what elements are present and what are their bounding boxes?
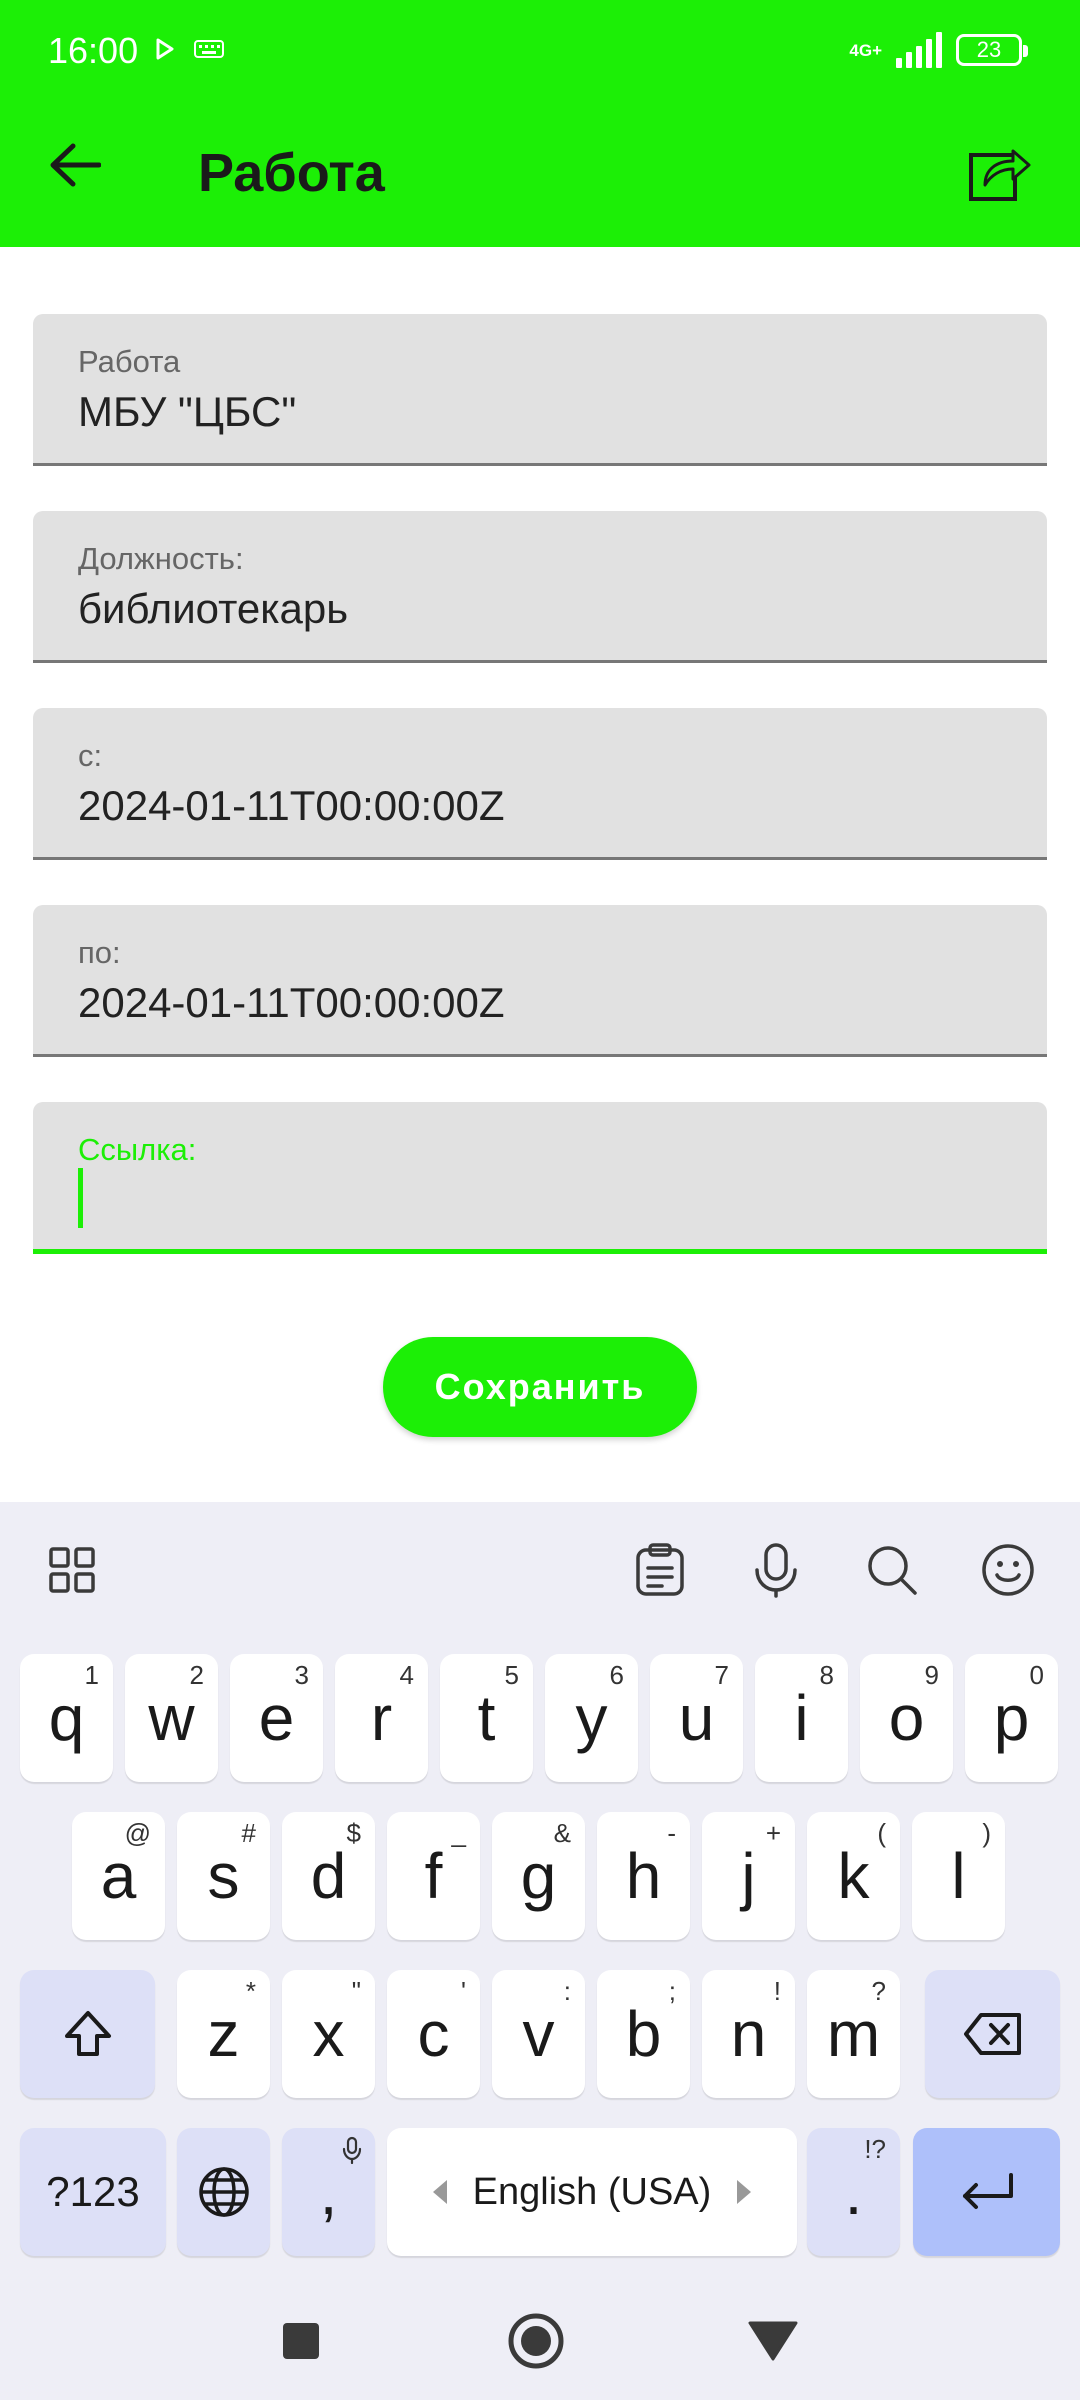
navigation-bar: [0, 2282, 1080, 2400]
save-button[interactable]: Сохранить: [383, 1337, 697, 1437]
key-v[interactable]: v:: [492, 1970, 585, 2098]
end-date-label: по:: [78, 935, 121, 970]
symbols-key[interactable]: ?123: [20, 2128, 166, 2256]
globe-icon: [198, 2167, 249, 2217]
key-s[interactable]: s #: [177, 1812, 270, 1940]
key-t[interactable]: t5: [440, 1654, 533, 1782]
keyboard-icon: [194, 40, 224, 63]
app-bar: 16:00 4G+ 23 Работа: [0, 0, 1080, 247]
key-j[interactable]: j +: [702, 1812, 795, 1940]
previous-language-icon: [432, 2180, 447, 2204]
status-notification-icons: [156, 38, 224, 65]
key-p[interactable]: p0: [965, 1654, 1058, 1782]
share-icon: [969, 149, 1031, 201]
back-button[interactable]: [40, 130, 110, 200]
share-button[interactable]: [960, 132, 1040, 212]
status-right: 4G+ 23: [849, 32, 1028, 68]
language-key[interactable]: [177, 2128, 270, 2256]
key-i[interactable]: i8: [755, 1654, 848, 1782]
key-g[interactable]: g &: [492, 1812, 585, 1940]
position-field-label: Должность:: [78, 541, 244, 576]
play-store-icon: [156, 38, 174, 65]
end-date-value: 2024-01-11T00:00:00Z: [78, 979, 505, 1026]
shift-icon: [64, 2011, 111, 2056]
work-field-label: Работа: [78, 344, 181, 379]
key-b[interactable]: b;: [597, 1970, 690, 2098]
recents-button[interactable]: [268, 2308, 334, 2374]
key-a[interactable]: a @: [72, 1812, 165, 1940]
enter-icon: [962, 2173, 1013, 2209]
work-field[interactable]: Работа МБУ "ЦБС": [33, 314, 1047, 466]
key-y[interactable]: y6: [545, 1654, 638, 1782]
key-o[interactable]: o9: [860, 1654, 953, 1782]
key-l[interactable]: l): [912, 1812, 1005, 1940]
battery-icon: 23: [956, 34, 1028, 66]
microphone-hint-icon: [341, 2136, 363, 2171]
apps-grid-icon[interactable]: [40, 1538, 104, 1602]
network-type: 4G+: [849, 40, 882, 60]
space-key[interactable]: English (USA): [387, 2128, 797, 2256]
key-e[interactable]: e3: [230, 1654, 323, 1782]
key-x[interactable]: x ": [282, 1970, 375, 2098]
position-field-value: библиотекарь: [78, 585, 349, 632]
start-date-field[interactable]: с: 2024-01-11T00:00:00Z: [33, 708, 1047, 860]
home-circle-icon: [508, 2313, 564, 2369]
link-field[interactable]: Ссылка:: [33, 1102, 1047, 1254]
start-date-label: с:: [78, 738, 103, 773]
next-language-icon: [737, 2180, 752, 2204]
page-title: Работа: [198, 143, 385, 203]
position-field[interactable]: Должность: библиотекарь: [33, 511, 1047, 663]
key-d[interactable]: d $: [282, 1812, 375, 1940]
key-m[interactable]: m?: [807, 1970, 900, 2098]
search-icon[interactable]: [860, 1538, 924, 1602]
start-date-value: 2024-01-11T00:00:00Z: [78, 782, 505, 829]
clipboard-icon[interactable]: [628, 1538, 692, 1602]
battery-level: 23: [976, 37, 1002, 62]
signal-icon: [896, 32, 942, 68]
key-q[interactable]: q1: [20, 1654, 113, 1782]
emoji-icon[interactable]: [976, 1538, 1040, 1602]
back-nav-button[interactable]: [740, 2308, 806, 2374]
key-r[interactable]: r4: [335, 1654, 428, 1782]
backspace-icon: [963, 2013, 1021, 2055]
comma-key[interactable]: ,: [282, 2128, 375, 2256]
key-k[interactable]: k(: [807, 1812, 900, 1940]
key-w[interactable]: w2: [125, 1654, 218, 1782]
key-c[interactable]: c ': [387, 1970, 480, 2098]
status-time: 16:00: [48, 30, 139, 71]
square-icon: [283, 2323, 319, 2359]
key-n[interactable]: n!: [702, 1970, 795, 2098]
work-field-value: МБУ "ЦБС": [78, 388, 297, 435]
triangle-down-icon: [748, 2321, 798, 2361]
microphone-icon[interactable]: [744, 1538, 808, 1602]
end-date-field[interactable]: по: 2024-01-11T00:00:00Z: [33, 905, 1047, 1057]
key-z[interactable]: z *: [177, 1970, 270, 2098]
key-h[interactable]: h-: [597, 1812, 690, 1940]
shift-key[interactable]: [20, 1970, 155, 2098]
key-u[interactable]: u7: [650, 1654, 743, 1782]
backspace-key[interactable]: [925, 1970, 1060, 2098]
keyboard-toolbar: [0, 1502, 1080, 1632]
link-field-label: Ссылка:: [78, 1132, 197, 1167]
period-key[interactable]: . !?: [807, 2128, 900, 2256]
arrow-left-icon: [50, 143, 101, 187]
home-button[interactable]: [503, 2308, 569, 2374]
space-key-label: English (USA): [472, 2170, 712, 2213]
soft-keyboard: q1 w2 e3 r4 t5 y6 u7 i8 o9 p0 a @ s # d $ f…: [0, 1502, 1080, 2282]
key-f[interactable]: f _: [387, 1812, 480, 1940]
text-cursor: [78, 1168, 83, 1228]
enter-key[interactable]: [913, 2128, 1060, 2256]
